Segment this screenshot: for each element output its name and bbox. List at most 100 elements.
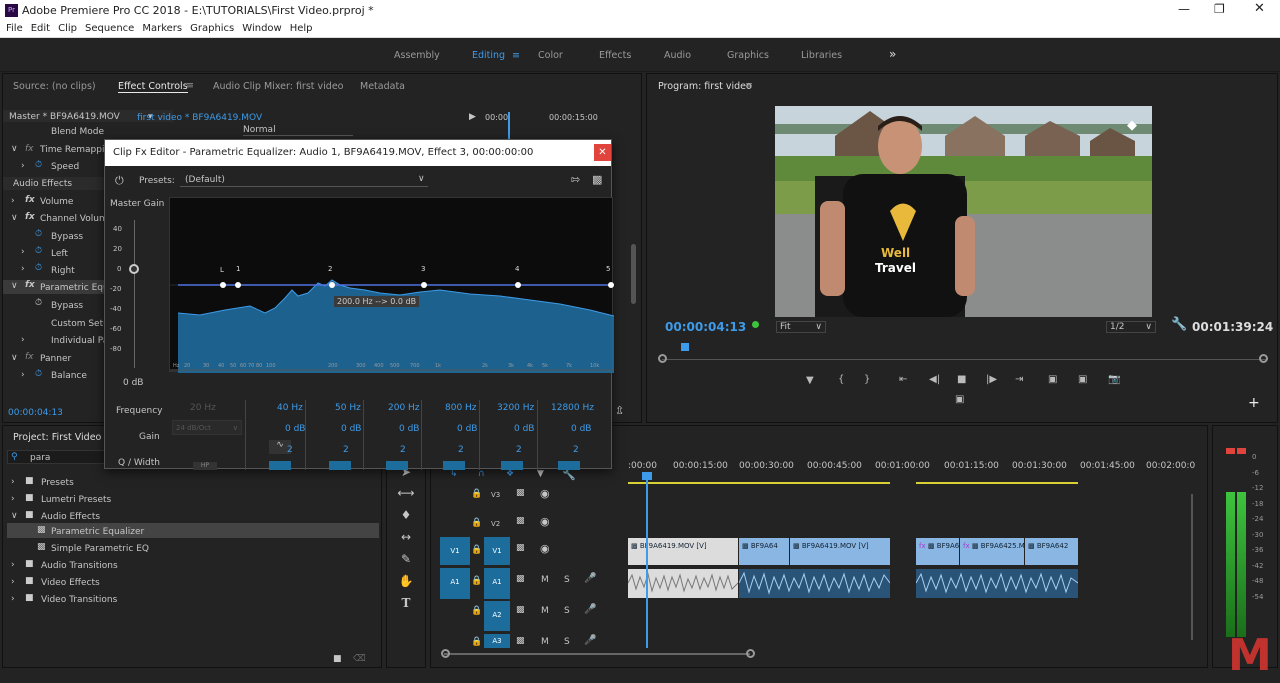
freq-value-4[interactable]: 800 Hz bbox=[445, 403, 477, 413]
zoom-handle-right[interactable] bbox=[746, 649, 755, 658]
stopwatch-icon[interactable]: ⏱ bbox=[35, 263, 42, 273]
fit-select[interactable]: Fit ∨ bbox=[776, 321, 826, 333]
clip-label[interactable]: first video * BF9A6419.MOV bbox=[137, 113, 262, 123]
q-value-5[interactable]: 2 bbox=[516, 445, 522, 455]
program-timecode[interactable]: 00:00:04:13 bbox=[665, 320, 746, 334]
eye-icon[interactable]: ◉ bbox=[540, 487, 550, 500]
mute-button[interactable]: M bbox=[541, 575, 549, 585]
collapse-icon[interactable]: ∨ bbox=[11, 353, 18, 363]
project-item-lumetri-presets[interactable]: Lumetri Presets bbox=[41, 495, 111, 505]
lock-icon[interactable]: 🔒 bbox=[471, 606, 482, 616]
menu-clip[interactable]: Clip bbox=[58, 23, 77, 34]
mute-button[interactable]: M bbox=[541, 606, 549, 616]
audio-clip[interactable] bbox=[739, 569, 890, 598]
video-clip[interactable]: ▩ BF9A642 bbox=[1025, 538, 1078, 565]
add-button-icon[interactable]: + bbox=[1248, 395, 1260, 411]
freq-value-2[interactable]: 50 Hz bbox=[335, 403, 361, 413]
step-back-icon[interactable]: ◀| bbox=[929, 374, 940, 385]
project-search-input[interactable]: ⚲ para bbox=[7, 450, 107, 464]
tab-metadata[interactable]: Metadata bbox=[360, 81, 405, 92]
q-value-2[interactable]: 2 bbox=[343, 445, 349, 455]
track-target-v1[interactable]: V1 bbox=[484, 537, 510, 565]
expand-icon[interactable]: › bbox=[21, 247, 25, 257]
dialog-close-button[interactable]: ✕ bbox=[594, 144, 611, 161]
workspace-effects[interactable]: Effects bbox=[599, 50, 631, 61]
eq-graph[interactable]: L 1 2 3 4 5 200.0 Hz --> 0.0 dB Hz 20 30… bbox=[169, 197, 615, 373]
gain-value-2[interactable]: 0 dB bbox=[341, 424, 361, 434]
stopwatch-icon[interactable]: ⏱ bbox=[35, 369, 42, 379]
expand-icon[interactable]: › bbox=[11, 196, 15, 206]
scrub-start-handle[interactable] bbox=[658, 354, 667, 363]
marker-icon[interactable]: ▼ bbox=[537, 469, 544, 479]
q-value-3[interactable]: 2 bbox=[400, 445, 406, 455]
q-value-4[interactable]: 2 bbox=[458, 445, 464, 455]
power-icon[interactable]: ⏻ bbox=[115, 174, 124, 188]
master-gain-slider[interactable] bbox=[129, 264, 139, 274]
solo-button[interactable]: S bbox=[564, 575, 570, 585]
microphone-icon[interactable]: 🎤 bbox=[584, 635, 596, 646]
go-to-in-icon[interactable]: ⇤ bbox=[899, 374, 907, 385]
workspace-assembly[interactable]: Assembly bbox=[394, 50, 440, 61]
workspace-menu-icon[interactable]: ≡ bbox=[512, 50, 520, 61]
timeline-vertical-scrollbar[interactable] bbox=[1191, 494, 1193, 640]
preset-save-icon[interactable]: ⇰ bbox=[571, 173, 580, 186]
ripple-tool-icon[interactable]: ♦ bbox=[396, 508, 416, 526]
video-clip[interactable]: ▩ BF9A6419.MOV [V] bbox=[790, 538, 890, 565]
timeline-playhead[interactable] bbox=[646, 474, 648, 648]
project-item-parametric-equalizer[interactable]: Parametric Equalizer bbox=[51, 527, 144, 537]
work-area-bar[interactable] bbox=[916, 482, 1078, 484]
tab-effect-controls[interactable]: Effect Controls bbox=[118, 81, 188, 93]
scrub-end-handle[interactable] bbox=[1259, 354, 1268, 363]
track-select-tool-icon[interactable]: ⟷ bbox=[396, 486, 416, 504]
expand-icon[interactable]: › bbox=[21, 264, 25, 274]
solo-button[interactable]: S bbox=[564, 637, 570, 647]
stopwatch-icon[interactable]: ⏱ bbox=[35, 246, 42, 256]
freq-value-l[interactable]: 20 Hz bbox=[190, 403, 216, 413]
trash-icon[interactable]: ⌫ bbox=[353, 654, 366, 664]
gain-value-4[interactable]: 0 dB bbox=[457, 424, 477, 434]
preset-delete-icon[interactable]: ▩ bbox=[592, 173, 602, 186]
stopwatch-icon[interactable]: ⏱ bbox=[35, 229, 42, 239]
panel-menu-icon[interactable]: ≡ bbox=[186, 80, 194, 91]
menu-file[interactable]: File bbox=[6, 23, 23, 34]
lock-icon[interactable]: 🔒 bbox=[471, 637, 482, 647]
sync-lock-icon[interactable]: ▩ bbox=[516, 516, 525, 526]
band-toggle-3[interactable] bbox=[386, 461, 408, 470]
go-to-out-icon[interactable]: ⇥ bbox=[1015, 374, 1023, 385]
more-workspaces-button[interactable]: » bbox=[889, 47, 896, 61]
sync-lock-icon[interactable]: ▩ bbox=[516, 636, 525, 646]
band-toggle-2[interactable] bbox=[329, 461, 351, 470]
tab-source[interactable]: Source: (no clips) bbox=[13, 81, 96, 92]
band-toggle-4[interactable] bbox=[443, 461, 465, 470]
playhead-handle[interactable] bbox=[642, 472, 652, 480]
export-icon[interactable]: ⇫ bbox=[615, 404, 624, 417]
source-patch-v1[interactable]: V1 bbox=[440, 537, 470, 565]
menu-graphics[interactable]: Graphics bbox=[190, 23, 234, 34]
expand-icon[interactable]: › bbox=[11, 577, 15, 587]
menu-sequence[interactable]: Sequence bbox=[85, 23, 134, 34]
freq-value-3[interactable]: 200 Hz bbox=[388, 403, 420, 413]
project-item-simple-parametric-eq[interactable]: Simple Parametric EQ bbox=[51, 544, 149, 554]
eye-icon[interactable]: ◉ bbox=[540, 542, 550, 555]
camera-icon[interactable]: 📷 bbox=[1108, 374, 1120, 385]
stopwatch-icon[interactable]: ⏱ bbox=[35, 160, 42, 170]
new-bin-icon[interactable]: ■ bbox=[333, 654, 342, 664]
band-toggle-5[interactable] bbox=[501, 461, 523, 470]
workspace-editing[interactable]: Editing bbox=[472, 50, 505, 61]
gain-value-h[interactable]: 0 dB bbox=[571, 424, 591, 434]
solo-button[interactable]: S bbox=[564, 606, 570, 616]
zoom-handle-left[interactable] bbox=[441, 649, 450, 658]
gain-value-5[interactable]: 0 dB bbox=[514, 424, 534, 434]
audio-clip[interactable] bbox=[628, 569, 738, 598]
close-window-button[interactable]: ✕ bbox=[1254, 1, 1265, 16]
vr-icon[interactable]: ▣ bbox=[955, 394, 964, 405]
video-clip[interactable]: fx ▩ BF9A6 bbox=[916, 538, 959, 565]
lock-icon[interactable]: 🔒 bbox=[471, 518, 482, 528]
gain-value-1[interactable]: 0 dB bbox=[285, 424, 305, 434]
band-toggle-h[interactable] bbox=[558, 461, 580, 470]
lock-icon[interactable]: 🔒 bbox=[471, 545, 482, 555]
tab-audio-clip-mixer[interactable]: Audio Clip Mixer: first video bbox=[213, 81, 344, 92]
expand-icon[interactable]: › bbox=[21, 161, 25, 171]
collapse-icon[interactable]: ∨ bbox=[11, 213, 18, 223]
minimize-button[interactable]: — bbox=[1178, 2, 1190, 16]
